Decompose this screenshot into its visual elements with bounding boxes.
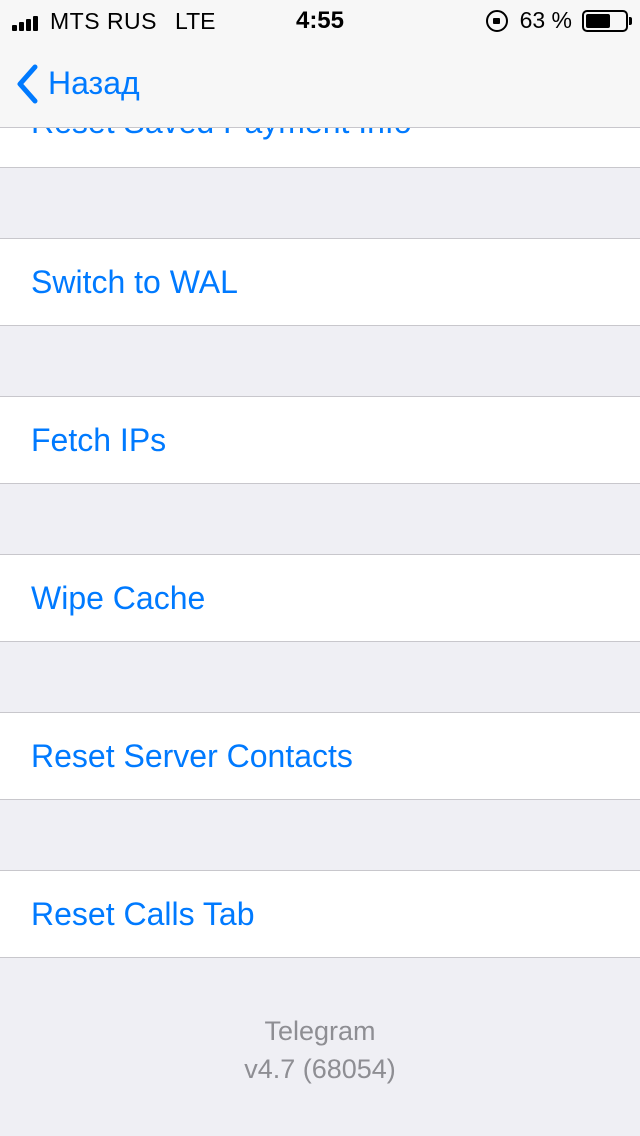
back-button[interactable]: Назад [16,64,140,104]
reset-calls-tab-cell[interactable]: Reset Calls Tab [0,870,640,958]
settings-list[interactable]: Reset Saved Payment Info Switch to WAL F… [0,128,640,1136]
chevron-left-icon [17,64,38,103]
cell-label: Wipe Cache [31,579,206,616]
cell-label: Switch to WAL [31,263,238,300]
cell-label: Reset Saved Payment Info [31,128,412,141]
orientation-lock-icon [485,9,508,32]
app-name: Telegram [264,1016,376,1046]
status-bar: MTS RUS LTE 4:55 63 % [0,0,640,40]
switch-to-wal-cell[interactable]: Switch to WAL [0,238,640,326]
version-footer: Telegram v4.7 (68054) [0,1012,640,1088]
battery-icon [582,9,632,32]
back-button-label: Назад [48,65,140,101]
navigation-bar: Назад [0,40,640,128]
status-right: 63 % [485,7,632,34]
battery-percent: 63 % [519,7,572,33]
cell-label: Reset Calls Tab [31,895,255,932]
app-version: v4.7 (68054) [244,1054,396,1084]
fetch-ips-cell[interactable]: Fetch IPs [0,396,640,484]
cell-label: Reset Server Contacts [31,737,353,774]
reset-server-contacts-cell[interactable]: Reset Server Contacts [0,712,640,800]
reset-saved-payment-info-cell[interactable]: Reset Saved Payment Info [0,128,640,168]
cell-label: Fetch IPs [31,421,167,458]
wipe-cache-cell[interactable]: Wipe Cache [0,554,640,642]
battery-fill [586,13,610,28]
